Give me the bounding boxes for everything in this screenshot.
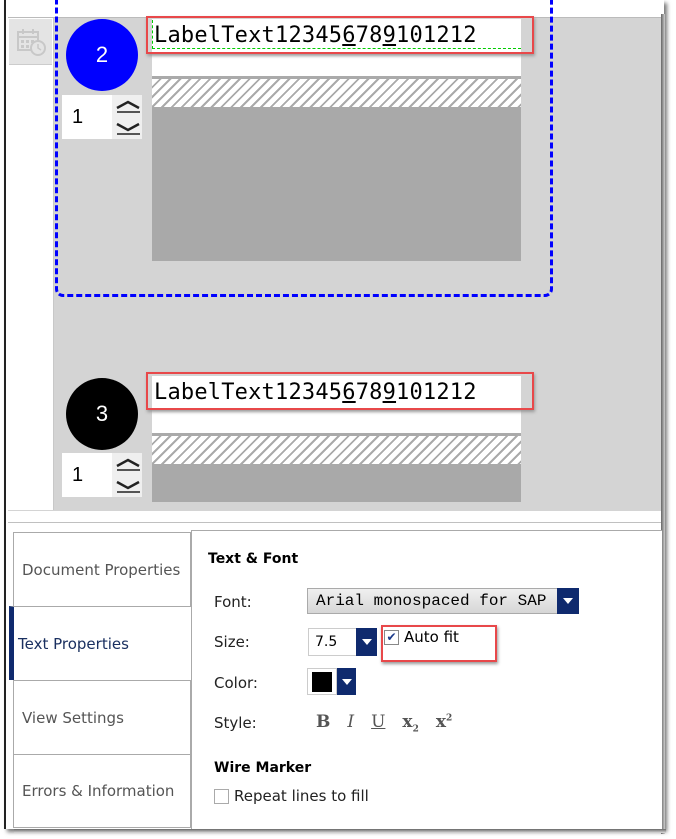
color-label: Color: (214, 674, 258, 692)
font-dropdown-button[interactable] (557, 588, 579, 614)
font-label: Font: (214, 593, 252, 611)
color-picker[interactable] (307, 668, 337, 695)
label-preview[interactable]: LabelText123456789101212 (152, 19, 521, 261)
style-label: Style: (214, 714, 257, 732)
label-number-badge: 2 (66, 19, 138, 91)
increment-button[interactable] (114, 96, 142, 116)
bold-button[interactable]: B (316, 712, 330, 734)
divider (8, 522, 661, 523)
tab-view-settings[interactable]: View Settings (13, 680, 191, 754)
chevron-up-icon (116, 458, 140, 471)
label-blank-area (152, 52, 521, 76)
schedule-button[interactable] (9, 19, 52, 65)
label-wire-area (152, 107, 521, 261)
text-properties-panel: Text & Font Font: Arial monospaced for S… (191, 530, 662, 829)
label-number: 3 (95, 401, 109, 426)
font-select[interactable]: Arial monospaced for SAP (307, 588, 579, 614)
checkbox-unchecked-icon[interactable] (214, 788, 229, 804)
size-select[interactable]: 7.5 (308, 628, 360, 656)
properties-tabs: Document Properties Text Properties View… (9, 532, 191, 828)
caret-down-icon (341, 678, 352, 685)
quantity-input[interactable]: 1 (62, 95, 112, 139)
size-dropdown-button[interactable] (356, 628, 377, 656)
section-heading: Text & Font (208, 551, 299, 567)
size-label: Size: (214, 633, 250, 651)
style-toolbar: B I U x2 x2 (316, 712, 452, 734)
superscript-button[interactable]: x2 (436, 712, 452, 734)
highlight-box (146, 16, 534, 54)
tab-document-properties[interactable]: Document Properties (13, 532, 191, 606)
highlight-box (381, 625, 497, 662)
label-hatched-area (152, 76, 521, 107)
chevron-up-icon (116, 100, 140, 113)
underline-button[interactable]: U (371, 712, 385, 734)
quantity-input[interactable]: 1 (62, 453, 112, 497)
canvas-toolstrip (8, 18, 54, 510)
color-swatch (312, 671, 332, 692)
caret-down-icon (563, 598, 573, 604)
label-quantity-stepper[interactable]: 1 (62, 453, 142, 497)
highlight-box (146, 372, 534, 410)
label-wire-area (152, 464, 521, 502)
label-quantity-stepper[interactable]: 1 (62, 95, 142, 139)
section-heading: Wire Marker (214, 760, 312, 776)
decrement-button[interactable] (114, 476, 142, 496)
label-number-badge: 3 (66, 378, 138, 450)
repeat-lines-checkbox[interactable]: Repeat lines to fill (214, 787, 369, 805)
calendar-clock-icon (16, 28, 46, 56)
color-dropdown-button[interactable] (337, 668, 356, 695)
decrement-button[interactable] (114, 118, 142, 138)
tab-errors-information[interactable]: Errors & Information (13, 754, 191, 828)
label-number: 2 (95, 42, 109, 67)
label-blank-area (152, 409, 521, 433)
subscript-button[interactable]: x2 (402, 712, 418, 734)
chevron-down-icon (116, 480, 140, 493)
increment-button[interactable] (114, 454, 142, 474)
caret-down-icon (361, 639, 372, 645)
chevron-down-icon (116, 122, 140, 135)
italic-button[interactable]: I (347, 712, 354, 734)
tab-text-properties[interactable]: Text Properties (9, 606, 191, 680)
window-shadow (14, 829, 666, 833)
label-hatched-area (152, 433, 521, 464)
